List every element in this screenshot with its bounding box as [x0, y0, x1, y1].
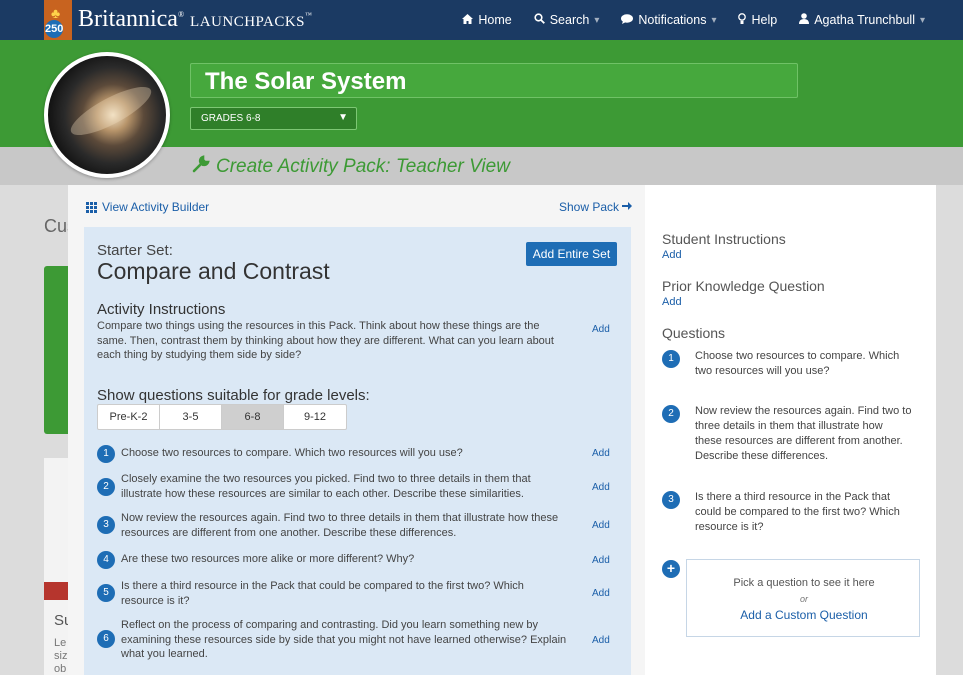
- nav-home-label: Home: [478, 13, 512, 27]
- plus-icon[interactable]: +: [662, 560, 680, 578]
- question-number: 2: [662, 405, 680, 423]
- add-prior-knowledge-link[interactable]: Add: [662, 296, 682, 308]
- background-card-text-line: Le: [54, 637, 67, 649]
- question-text: Is there a third resource in the Pack th…: [121, 580, 524, 607]
- grade-tab-3-5[interactable]: 3-5: [160, 405, 222, 429]
- question-text: Reflect on the process of comparing and …: [121, 619, 567, 660]
- background-card-text: Le siz ob: [54, 637, 67, 675]
- chat-icon: [621, 13, 634, 27]
- starter-question: 6 Reflect on the process of comparing an…: [97, 618, 567, 662]
- starter-question: 2 Closely examine the two resources you …: [97, 472, 567, 501]
- caret-down-icon: ▼: [338, 112, 348, 123]
- question-text: Choose two resources to compare. Which t…: [121, 447, 463, 459]
- starter-set-title: Compare and Contrast: [97, 258, 330, 284]
- chevron-down-icon: ▾: [711, 14, 717, 26]
- question-text: Now review the resources again. Find two…: [121, 512, 559, 539]
- grid-icon: [86, 201, 97, 213]
- add-question-link[interactable]: Add: [592, 635, 610, 646]
- nav-search[interactable]: Search ▾: [534, 13, 600, 27]
- brand-text: Britannica: [78, 6, 178, 32]
- question-number: 4: [97, 551, 115, 569]
- nav-user-menu[interactable]: Agatha Trunchbull ▾: [799, 13, 925, 27]
- grade-tab-prek-2[interactable]: Pre-K-2: [98, 405, 160, 429]
- pick-or-text: or: [799, 594, 808, 604]
- add-custom-question-link[interactable]: Add a Custom Question: [687, 608, 921, 622]
- add-student-instructions-link[interactable]: Add: [662, 249, 682, 261]
- logo-number: 250: [45, 20, 63, 38]
- nav-search-label: Search: [549, 13, 590, 27]
- view-activity-builder-label: View Activity Builder: [102, 200, 210, 214]
- selected-question[interactable]: 3 Is there a third resource in the Pack …: [662, 490, 912, 535]
- add-entire-set-button[interactable]: Add Entire Set: [526, 242, 617, 266]
- nav-notifications-label: Notifications: [638, 13, 707, 27]
- question-text: Are these two resources more alike or mo…: [121, 553, 415, 565]
- nav-home[interactable]: Home: [462, 13, 512, 27]
- background-card-text-line: siz: [54, 650, 68, 662]
- brand-name[interactable]: Britannica® LaunchPacks™: [78, 6, 312, 33]
- selected-question[interactable]: 1 Choose two resources to compare. Which…: [662, 349, 912, 379]
- add-question-link[interactable]: Add: [592, 520, 610, 531]
- grade-level-tabs: Pre-K-2 3-5 6-8 9-12: [97, 404, 347, 430]
- question-number: 3: [97, 516, 115, 534]
- starter-set-label: Starter Set:: [97, 242, 173, 259]
- custom-question-box: Pick a question to see it here or Add a …: [686, 559, 920, 637]
- chevron-down-icon: ▾: [594, 14, 600, 26]
- brand-subtitle: LaunchPacks: [190, 14, 306, 30]
- student-instructions-heading: Student Instructions: [662, 231, 786, 247]
- starter-question: 1 Choose two resources to compare. Which…: [97, 444, 567, 463]
- wrench-icon: [192, 155, 210, 179]
- grade-tab-9-12[interactable]: 9-12: [284, 405, 346, 429]
- search-icon: [534, 13, 545, 27]
- pack-title-bar: The Solar System: [190, 63, 798, 98]
- question-number: 3: [662, 491, 680, 509]
- add-instructions-link[interactable]: Add: [592, 324, 610, 335]
- page-subtitle: Create Activity Pack: Teacher View: [192, 155, 510, 179]
- chevron-down-icon: ▾: [919, 14, 925, 26]
- arrow-right-icon: [622, 200, 633, 214]
- grade-levels-heading: Show questions suitable for grade levels…: [97, 387, 370, 404]
- nav-help-label: Help: [751, 13, 778, 27]
- starter-question: 5 Is there a third resource in the Pack …: [97, 579, 567, 608]
- question-text: Now review the resources again. Find two…: [695, 405, 912, 462]
- questions-heading: Questions: [662, 325, 726, 341]
- question-number: 6: [97, 630, 115, 648]
- home-icon: [462, 13, 474, 27]
- top-navigation-bar: ♣ 250 Britannica® LaunchPacks™ Home Sear…: [0, 0, 963, 40]
- add-question-link[interactable]: Add: [592, 448, 610, 459]
- pick-question-text: Pick a question to see it here: [733, 577, 875, 589]
- pack-title: The Solar System: [205, 68, 407, 95]
- show-pack-link[interactable]: Show Pack: [559, 200, 633, 214]
- nav-user-label: Agatha Trunchbull: [814, 13, 915, 27]
- add-question-link[interactable]: Add: [592, 482, 610, 493]
- question-text: Is there a third resource in the Pack th…: [695, 491, 900, 533]
- lightbulb-icon: [738, 12, 747, 28]
- question-number: 2: [97, 478, 115, 496]
- background-card-text-line: ob: [54, 663, 67, 675]
- question-number: 5: [97, 584, 115, 602]
- grade-select-value: GRADES 6-8: [201, 113, 261, 124]
- question-text: Closely examine the two resources you pi…: [121, 473, 531, 500]
- question-number: 1: [662, 350, 680, 368]
- nav-notifications[interactable]: Notifications ▾: [621, 13, 716, 27]
- question-number: 1: [97, 445, 115, 463]
- main-nav: Home Search ▾ Notifications ▾ Help Agath…: [462, 0, 925, 40]
- starter-question: 4 Are these two resources more alike or …: [97, 550, 567, 569]
- view-activity-builder-link[interactable]: View Activity Builder: [86, 200, 209, 214]
- add-question-link[interactable]: Add: [592, 588, 610, 599]
- activity-instructions-text: Compare two things using the resources i…: [97, 320, 554, 361]
- grade-level-select[interactable]: GRADES 6-8 ▼: [190, 107, 357, 130]
- user-icon: [799, 13, 810, 27]
- britannica-250-logo[interactable]: ♣ 250: [44, 0, 72, 40]
- pack-cover-image: [44, 52, 170, 178]
- add-question-link[interactable]: Add: [592, 555, 610, 566]
- starter-question: 3 Now review the resources again. Find t…: [97, 511, 567, 540]
- selected-question[interactable]: 2 Now review the resources again. Find t…: [662, 404, 912, 464]
- activity-instructions-heading: Activity Instructions: [97, 301, 226, 318]
- question-text: Choose two resources to compare. Which t…: [695, 350, 900, 377]
- prior-knowledge-heading: Prior Knowledge Question: [662, 278, 825, 294]
- show-pack-label: Show Pack: [559, 200, 620, 214]
- grade-tab-6-8[interactable]: 6-8: [222, 405, 284, 429]
- nav-help[interactable]: Help: [738, 12, 778, 28]
- page-subtitle-text: Create Activity Pack: Teacher View: [216, 156, 510, 177]
